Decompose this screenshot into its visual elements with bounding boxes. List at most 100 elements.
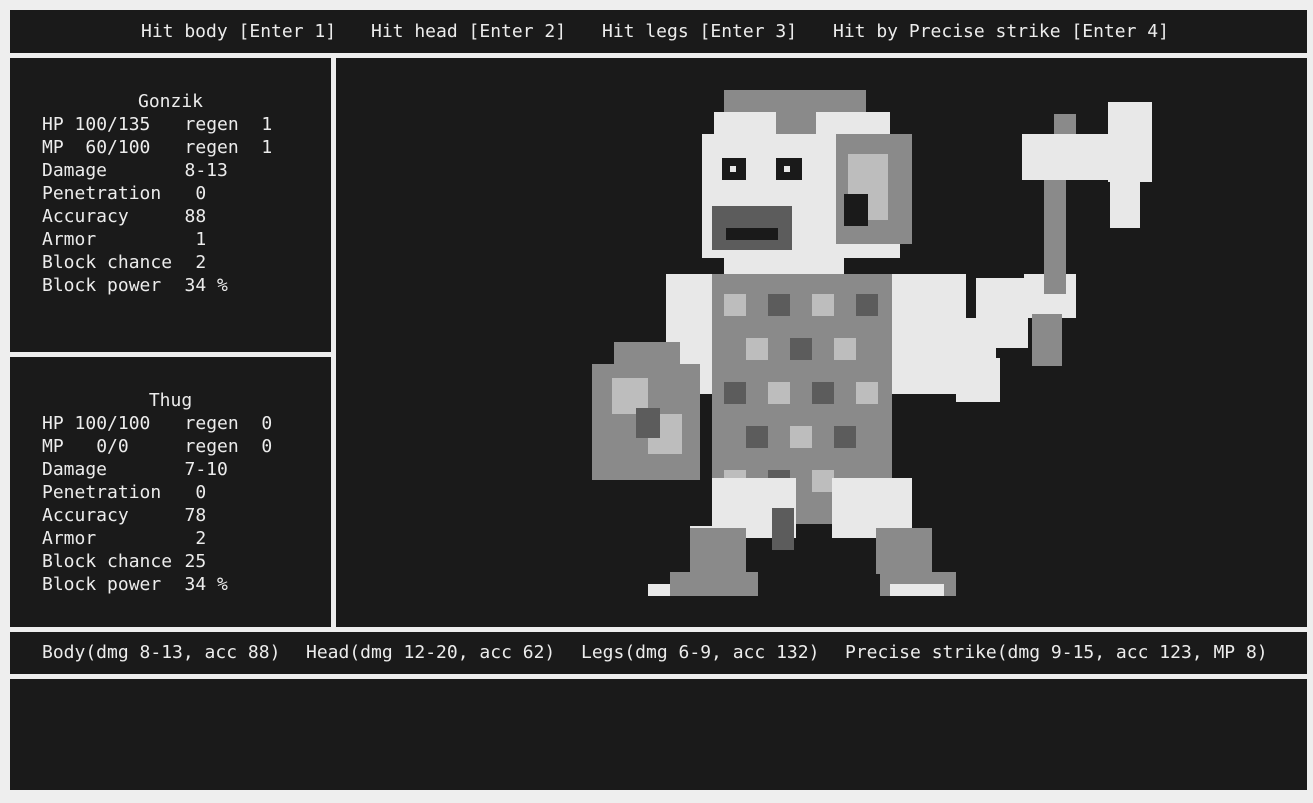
sprite-vest-check (856, 294, 878, 316)
hero-stat-value: 8-13 (152, 160, 228, 181)
enemy-stat-value: 34 % (152, 574, 228, 595)
menu-hit-body[interactable]: Hit body [Enter 1] (141, 21, 336, 43)
hero-mp-regen-value: 1 (261, 137, 273, 158)
hero-stat-name: Accuracy (42, 206, 129, 227)
enemy-stat-name: Damage (42, 459, 108, 480)
enemy-stat-name: Accuracy (42, 505, 129, 526)
hero-stat-name: Armor (42, 229, 97, 250)
sprite-vest-check (812, 294, 834, 316)
menu-hit-precise-strike[interactable]: Hit by Precise strike [Enter 4] (833, 21, 1169, 43)
sprite-hair (724, 90, 866, 112)
hero-stat-row: Damage 8-13 (42, 159, 228, 182)
enemy-hp-label: HP (42, 413, 64, 434)
sprite-vest-check (724, 294, 746, 316)
enemy-portrait-panel (336, 58, 1307, 627)
hero-name: Gonzik (137, 91, 204, 112)
sprite-vest-check (768, 294, 790, 316)
menu-hit-head[interactable]: Hit head [Enter 2] (371, 21, 566, 43)
enemy-stat-value: 0 (152, 482, 207, 503)
action-menu: Hit body [Enter 1] Hit head [Enter 2] Hi… (10, 10, 1307, 53)
hero-hp-regen-label: regen (184, 114, 239, 135)
hero-mp-value: 60/100 (74, 137, 151, 158)
enemy-mp-value: 0/0 (74, 436, 129, 457)
sprite-elbow (956, 358, 1000, 402)
combat-log-panel (10, 679, 1307, 790)
hero-stat-value: 1 (152, 229, 207, 250)
sprite-left-boot (690, 528, 746, 576)
attack-info-precise-strike: Precise strike(dmg 9-15, acc 123, MP 8) (845, 642, 1268, 663)
hero-stat-row: Block power 34 % (42, 274, 228, 297)
sprite-fist-shade (1032, 314, 1062, 366)
enemy-stats-panel: Thug HP 100/100 regen 0 MP 0/0 regen 0 Dam… (10, 357, 331, 627)
enemy-mp-label: MP (42, 436, 64, 457)
enemy-stat-row: Accuracy 78 (42, 504, 206, 527)
enemy-stat-row: Block power 34 % (42, 573, 228, 596)
enemy-stat-row: Damage 7-10 (42, 458, 228, 481)
enemy-hp-regen-value: 0 (261, 413, 273, 434)
sprite-shield-top (614, 342, 680, 364)
enemy-mp-line: MP 0/0 regen 0 (42, 435, 272, 458)
enemy-hp-value: 100/100 (74, 413, 151, 434)
hero-stat-name: Penetration (42, 183, 162, 204)
sprite-ear (844, 194, 868, 226)
sprite-hair-streak (776, 112, 816, 134)
sprite-vest-check (834, 426, 856, 448)
sprite-vest-check (834, 338, 856, 360)
sprite-right-pupil (784, 166, 790, 172)
sprite-left-sole (670, 572, 758, 596)
hero-stat-value: 88 (152, 206, 207, 227)
hero-hp-line: HP 100/135 regen 1 (42, 113, 272, 136)
sprite-crotch (772, 508, 794, 550)
enemy-stat-value: 2 (152, 528, 207, 549)
attack-info-body: Body(dmg 8-13, acc 88) (42, 642, 281, 663)
enemy-mp-regen-label: regen (184, 436, 239, 457)
sprite-axe-edge (1110, 182, 1140, 228)
enemy-hp-regen-label: regen (184, 413, 239, 434)
sprite-right-toe (890, 584, 944, 596)
hero-stat-row: Penetration 0 (42, 182, 206, 205)
enemy-stat-row: Block chance 25 (42, 550, 206, 573)
enemy-name: Thug (148, 390, 193, 411)
enemy-stat-name: Block chance (42, 551, 173, 572)
hero-stat-value: 2 (152, 252, 207, 273)
hero-mp-line: MP 60/100 regen 1 (42, 136, 272, 159)
hero-stats-panel: Gonzik HP 100/135 regen 1 MP 60/100 regen … (10, 58, 331, 352)
enemy-mp-regen-value: 0 (261, 436, 273, 457)
hero-hp-label: HP (42, 114, 64, 135)
enemy-stat-row: Penetration 0 (42, 481, 206, 504)
sprite-head (702, 90, 912, 274)
sprite-neck (724, 250, 844, 274)
attack-info-head: Head(dmg 12-20, acc 62) (306, 642, 556, 663)
sprite-vest-check (790, 426, 812, 448)
sprite-right-boot (876, 528, 932, 574)
enemy-stat-name: Penetration (42, 482, 162, 503)
sprite-vest-check (812, 382, 834, 404)
sprite-vest-check (768, 382, 790, 404)
attack-info-legs: Legs(dmg 6-9, acc 132) (581, 642, 820, 663)
sprite-vest-check (746, 426, 768, 448)
sprite-axe-head (1108, 102, 1152, 182)
sprite-left-toe (648, 584, 670, 596)
enemy-stat-name: Armor (42, 528, 97, 549)
sprite-body (666, 274, 966, 524)
sprite-vest-check (746, 338, 768, 360)
axe-icon (1022, 102, 1152, 294)
hero-stat-name: Damage (42, 160, 108, 181)
enemy-stat-name: Block power (42, 574, 162, 595)
menu-hit-legs[interactable]: Hit legs [Enter 3] (602, 21, 797, 43)
sprite-shield-boss (636, 408, 660, 438)
sprite-mouth (726, 228, 778, 240)
hero-mp-label: MP (42, 137, 64, 158)
hero-hp-regen-value: 1 (261, 114, 273, 135)
sprite-vest-check (812, 470, 834, 492)
enemy-stat-value: 78 (152, 505, 207, 526)
hero-stat-value: 0 (152, 183, 207, 204)
sprite-vest-check (724, 382, 746, 404)
enemy-hp-line: HP 100/100 regen 0 (42, 412, 272, 435)
sprite-vest-check (790, 338, 812, 360)
hero-stat-row: Armor 1 (42, 228, 206, 251)
enemy-stat-value: 25 (152, 551, 207, 572)
enemy-stat-row: Armor 2 (42, 527, 206, 550)
hero-mp-regen-label: regen (184, 137, 239, 158)
hero-stat-name: Block chance (42, 252, 173, 273)
